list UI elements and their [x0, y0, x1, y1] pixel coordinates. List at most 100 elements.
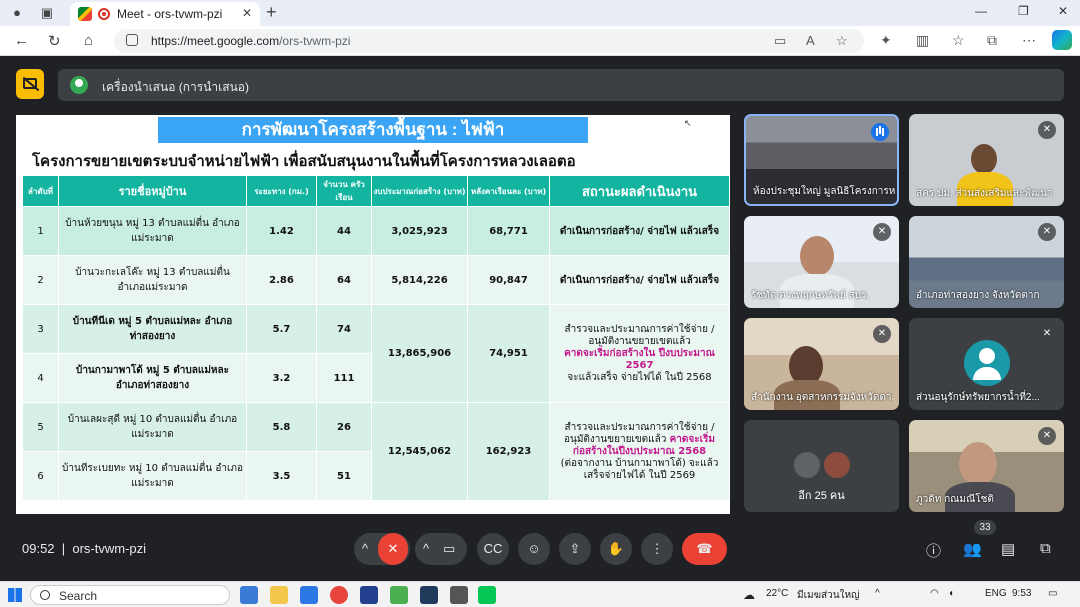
tab-actions-icon[interactable]: ▣ [38, 4, 56, 22]
emoji-button[interactable]: ☺ [518, 533, 550, 565]
notifications-icon[interactable]: ▭ [1048, 588, 1057, 599]
camera-toggle-button[interactable]: ^ ▭ [415, 533, 467, 565]
participant-tile[interactable]: ✕ สคร.ปม. ส่วนส่งเสริมและพัฒนา [909, 114, 1064, 206]
task-view-icon[interactable] [240, 586, 258, 604]
project-table: ลำดับที่ รายชื่อหมู่บ้าน ระยะทาง (กม.) จ… [22, 175, 730, 501]
header-status: สถานะผลดำเนินงาน [549, 175, 730, 207]
cell-households: 64 [316, 255, 372, 305]
leave-call-button[interactable]: ☎ [682, 533, 727, 565]
others-tile[interactable]: อีก 25 คน [744, 420, 899, 512]
mic-off-icon: ✕ [1038, 223, 1056, 241]
tray-overflow-icon[interactable]: ^ [875, 588, 880, 599]
more-options-button[interactable]: ⋮ [641, 533, 673, 565]
cell-village: บ้านเลผะสุดี หมู่ 10 ตำบลแม่ตื่น อำเภอแม… [58, 402, 247, 452]
participant-tile[interactable]: ✕ รัชทัต ตวงพฤกษทรัพย์ สบร. [744, 216, 899, 308]
participant-tile[interactable]: ✕ อำเภอท่าสองยาง จังหวัดตาก [909, 216, 1064, 308]
cell-distance: 3.2 [246, 353, 317, 403]
participant-tile[interactable]: ✕ ภูวดิท กณมณีโชติ [909, 420, 1064, 512]
presenter-avatar [70, 76, 88, 94]
taskbar: Search ☁ 22°C มีเมฆส่วนใหญ่ ^ ◠ ◖ ENG 9:… [0, 581, 1080, 607]
raise-hand-button[interactable]: ✋ [600, 533, 632, 565]
header-budget: งบประมาณก่อสร้าง (บาท) [371, 175, 468, 207]
clock[interactable]: 9:53 [1012, 588, 1031, 599]
chevron-up-icon[interactable]: ^ [362, 533, 368, 565]
participant-tile[interactable]: ห้องประชุมใหญ่ มูลนิธิโครงการหลวง [744, 114, 899, 206]
copilot-icon[interactable] [1052, 30, 1072, 50]
participant-video [959, 442, 997, 486]
back-icon[interactable]: ← [14, 32, 29, 49]
weather-temp[interactable]: 22°C [766, 588, 788, 599]
cell-status: ดำเนินการก่อสร้าง/ จ่ายไฟ แล้วเสร็จ [549, 206, 730, 256]
recording-icon [98, 8, 110, 20]
cell-households: 74 [316, 304, 372, 354]
table-row: 3 บ้านทีนีเด หมู่ 5 ตำบลแม่หละ อำเภอท่าส… [22, 304, 730, 403]
windows-start-icon[interactable] [8, 588, 22, 602]
weather-desc[interactable]: มีเมฆส่วนใหญ่ [797, 588, 860, 603]
collections-icon[interactable]: ⧉ [987, 32, 997, 49]
participant-video [800, 236, 834, 276]
mail-icon[interactable] [300, 586, 318, 604]
activities-icon[interactable]: ⧉ [1040, 540, 1051, 557]
cell-per-house: 90,847 [467, 255, 550, 305]
close-tab-icon[interactable]: ✕ [242, 6, 252, 20]
meet-favicon-icon [78, 7, 92, 21]
participant-name: สำนักงาน อุตสาหกรรมจังหวัดตาก [751, 392, 893, 403]
browser-tab-bar: ● ▣ Meet - ors-tvwm-pzi ✕ + — ❐ ✕ [0, 0, 1080, 26]
url-host: https://meet.google.com [151, 34, 280, 48]
presenter-label: เครื่องนำเสนอ (การนำเสนอ) [102, 80, 249, 94]
settings-icon[interactable] [450, 586, 468, 604]
close-window-icon[interactable]: ✕ [1058, 4, 1068, 18]
speaking-indicator-icon [871, 123, 889, 141]
file-explorer-icon[interactable] [270, 586, 288, 604]
favorite-icon[interactable]: ☆ [836, 33, 848, 49]
browser-tab[interactable]: Meet - ors-tvwm-pzi ✕ [70, 2, 260, 26]
read-aloud-icon[interactable]: A [806, 33, 815, 48]
meeting-code: ors-tvwm-pzi [72, 541, 147, 556]
mic-off-icon[interactable]: ✕ [378, 533, 408, 565]
app-icon[interactable] [390, 586, 408, 604]
participant-tile[interactable]: ✕ ส่วนอนุรักษ์ทรัพยากรน้ำที่2... [909, 318, 1064, 410]
avatar-icon [964, 340, 1010, 386]
volume-icon[interactable]: ◖ [948, 588, 954, 599]
url-path: /ors-tvwm-pzi [279, 34, 351, 48]
profile-icon[interactable]: ● [8, 4, 26, 22]
app-icon[interactable] [420, 586, 438, 604]
captions-button[interactable]: CC [477, 533, 509, 565]
cell-households: 111 [316, 353, 372, 403]
present-button[interactable]: ⇪ [559, 533, 591, 565]
mic-toggle-button[interactable]: ^ ✕ [354, 533, 410, 565]
app-icon[interactable] [360, 586, 378, 604]
wifi-icon[interactable]: ◠ [930, 588, 939, 599]
cell-per-house-group-b: 162,923 [467, 402, 550, 501]
camera-permission-icon[interactable]: ▭ [774, 33, 786, 49]
cell-budget-group-b: 12,545,062 [371, 402, 468, 501]
minimize-icon[interactable]: — [975, 4, 987, 18]
chevron-up-icon[interactable]: ^ [423, 533, 429, 565]
taskbar-search[interactable]: Search [30, 585, 230, 605]
cell-no: 4 [22, 353, 59, 403]
address-bar[interactable]: https://meet.google.com/ors-tvwm-pzi ▭ A… [114, 29, 864, 53]
people-icon[interactable]: 👥 [963, 540, 982, 558]
new-tab-icon[interactable]: + [266, 2, 277, 23]
cell-no: 2 [22, 255, 59, 305]
favorites-icon[interactable]: ☆ [952, 32, 965, 49]
stop-presenting-icon[interactable] [16, 69, 44, 99]
cell-distance: 5.7 [246, 304, 317, 354]
chrome-icon[interactable] [330, 586, 348, 604]
meeting-controls: 09:52 | ors-tvwm-pzi ^ ✕ ^ ▭ CC ☺ ⇪ ✋ ⋮ … [0, 533, 1080, 565]
line-app-icon[interactable] [478, 586, 496, 604]
cell-no: 3 [22, 304, 59, 354]
home-icon[interactable]: ⌂ [84, 32, 93, 49]
extensions-icon[interactable]: ✦ [880, 32, 892, 49]
language-indicator[interactable]: ENG [985, 588, 1007, 599]
chat-icon[interactable]: ▤ [1001, 540, 1015, 558]
more-icon[interactable]: ⋯ [1022, 32, 1036, 49]
info-icon[interactable]: ⓘ [926, 540, 941, 561]
refresh-icon[interactable]: ↻ [48, 32, 61, 50]
participant-tile[interactable]: ✕ สำนักงาน อุตสาหกรรมจังหวัดตาก [744, 318, 899, 410]
split-screen-icon[interactable]: ▥ [916, 32, 929, 49]
cell-status-group-b: สำรวจและประมาณการค่าใช้จ่าย / อนุมัติงาน… [549, 402, 730, 501]
slide-subtitle: โครงการขยายเขตระบบจำหน่ายไฟฟ้า เพื่อสนับ… [32, 153, 576, 170]
participant-name: ห้องประชุมใหญ่ มูลนิธิโครงการหลวง [753, 186, 895, 197]
restore-icon[interactable]: ❐ [1018, 4, 1029, 18]
